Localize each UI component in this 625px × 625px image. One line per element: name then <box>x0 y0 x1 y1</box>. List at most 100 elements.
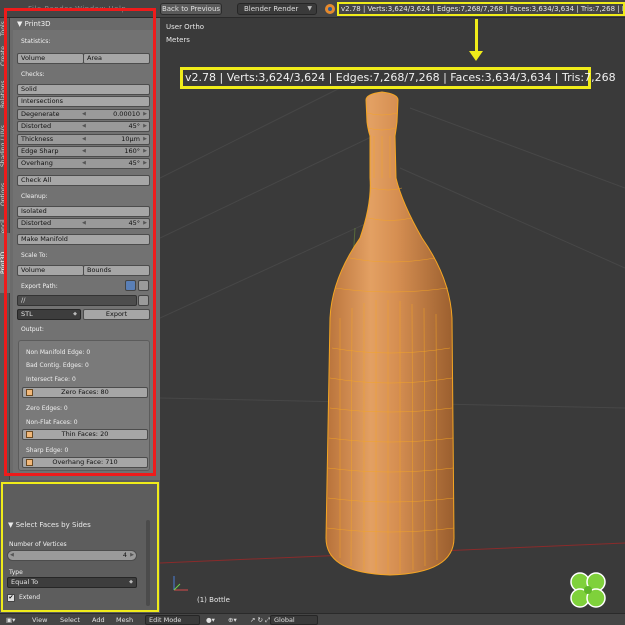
extend-label: Extend <box>19 594 40 601</box>
cube-icon <box>26 431 33 438</box>
menu-mesh[interactable]: Mesh <box>116 615 133 625</box>
check-all-button[interactable]: Check All <box>17 175 150 186</box>
arrow-right-icon: ▶ <box>143 220 147 226</box>
tab-options[interactable]: Options <box>0 178 10 210</box>
tab-tools[interactable]: Tools <box>0 18 10 40</box>
sharp-edge-text: Sharp Edge: 0 <box>26 447 69 454</box>
callout-arrow-line <box>475 19 478 55</box>
tab-print3d[interactable]: Print3D <box>0 233 10 293</box>
arrow-left-icon: ◀ <box>82 148 86 154</box>
distorted-field[interactable]: Distorted ◀ 45° ▶ <box>17 121 150 132</box>
chevron-updown-icon: ◆ <box>129 579 133 585</box>
print3d-panel-header[interactable]: ▼ Print3D <box>13 18 155 30</box>
menu-view[interactable]: View <box>32 615 47 625</box>
thickness-label: Thickness <box>21 135 54 143</box>
cleanup-distorted-value: 45° <box>128 219 140 227</box>
pivot-icon[interactable]: ⊕▾ <box>228 615 237 625</box>
area-button[interactable]: Area <box>83 53 150 64</box>
zero-faces-label: Zero Faces: 80 <box>61 388 109 396</box>
print3d-panel: ▼ Print3D Statistics: Volume Area Checks… <box>13 18 155 473</box>
distorted-value: 45° <box>128 122 140 130</box>
back-to-previous-button[interactable]: Back to Previous <box>160 3 222 15</box>
num-vertices-field[interactable]: ◀ 4 ▶ <box>7 550 137 561</box>
degenerate-label: Degenerate <box>21 110 60 118</box>
cube-icon <box>26 389 33 396</box>
save-icon[interactable] <box>138 280 149 291</box>
isolated-button[interactable]: Isolated <box>17 206 150 217</box>
export-path-label: Export Path: <box>21 283 58 290</box>
edge-sharp-label: Edge Sharp <box>21 147 59 155</box>
arrow-right-icon: ▶ <box>143 123 147 129</box>
cleanup-distorted-field[interactable]: Distorted ◀ 45° ▶ <box>17 218 150 229</box>
overhang-field[interactable]: Overhang ◀ 45° ▶ <box>17 158 150 169</box>
3d-viewport[interactable]: User Ortho Meters (1) Bottle <box>160 18 625 613</box>
shading-icon[interactable]: ●▾ <box>206 615 215 625</box>
view-name: User Ortho <box>166 23 205 31</box>
zero-faces-button[interactable]: Zero Faces: 80 <box>22 387 148 398</box>
solid-button[interactable]: Solid <box>17 84 150 95</box>
checks-label: Checks: <box>21 71 45 78</box>
output-box: Non Manifold Edge: 0 Bad Contig. Edges: … <box>18 340 150 471</box>
type-select[interactable]: Equal To ◆ <box>7 577 137 588</box>
degenerate-field[interactable]: Degenerate ◀ 0.00010 ▶ <box>17 109 150 120</box>
export-button[interactable]: Export <box>83 309 150 320</box>
header-stats: v2.78 | Verts:3,624/3,624 | Edges:7,268/… <box>337 2 625 16</box>
num-vertices-label: Number of Vertices <box>9 541 67 548</box>
editor-type-icon[interactable]: ▣▾ <box>6 615 15 625</box>
arrow-right-icon: ▶ <box>143 148 147 154</box>
arrow-right-icon: ▶ <box>143 136 147 142</box>
scale-volume-button[interactable]: Volume <box>17 265 84 276</box>
redo-panel-header[interactable]: ▼ Select Faces by Sides <box>8 521 91 529</box>
num-vertices-value: 4 <box>122 551 127 559</box>
scale-bounds-button[interactable]: Bounds <box>83 265 150 276</box>
clover-icon <box>570 572 606 608</box>
folder-icon[interactable] <box>138 295 149 306</box>
zero-edges-text: Zero Edges: 0 <box>26 405 68 412</box>
menu-select[interactable]: Select <box>60 615 80 625</box>
type-label: Type <box>9 569 23 576</box>
chevron-down-icon: ▼ <box>307 5 312 12</box>
arrow-left-icon: ◀ <box>82 220 86 226</box>
wrench-icon[interactable] <box>125 280 136 291</box>
tab-shading-uvs[interactable]: Shading / UVs <box>0 118 10 174</box>
export-format-select[interactable]: STL ◆ <box>17 309 81 320</box>
export-path-input[interactable]: // <box>17 295 137 306</box>
object-label: (1) Bottle <box>197 596 230 604</box>
export-label: Export <box>105 310 128 318</box>
tab-relations[interactable]: Relations <box>0 74 10 114</box>
make-manifold-button[interactable]: Make Manifold <box>17 234 150 245</box>
thickness-field[interactable]: Thickness ◀ 10µm ▶ <box>17 134 150 145</box>
arrow-right-icon: ▶ <box>143 111 147 117</box>
manipulator-icon[interactable]: ↗ ↻ ⤢ <box>250 615 270 625</box>
statistics-label: Statistics: <box>21 38 51 45</box>
type-value: Equal To <box>11 578 39 586</box>
edge-sharp-field[interactable]: Edge Sharp ◀ 160° ▶ <box>17 146 150 157</box>
render-engine-select[interactable]: Blender Render ▼ <box>237 3 317 15</box>
arrow-left-icon: ◀ <box>10 552 14 558</box>
bottom-header: ▣▾ View Select Add Mesh Edit Mode ●▾ ⊕▾ … <box>0 613 625 625</box>
overhang-face-label: Overhang Face: 710 <box>52 458 118 466</box>
intersections-button[interactable]: Intersections <box>17 96 150 107</box>
thin-faces-label: Thin Faces: 20 <box>61 430 109 438</box>
menu-add[interactable]: Add <box>92 615 105 625</box>
distorted-label: Distorted <box>21 122 52 130</box>
non-flat-text: Non-Flat Faces: 0 <box>26 419 78 426</box>
edge-sharp-value: 160° <box>124 147 140 155</box>
tab-create[interactable]: Create <box>0 42 10 70</box>
orientation-select[interactable]: Global <box>270 615 318 625</box>
thickness-value: 10µm <box>121 135 140 143</box>
overhang-label: Overhang <box>21 159 53 167</box>
arrow-right-icon: ▶ <box>130 552 134 558</box>
redo-scrollbar[interactable] <box>146 520 150 606</box>
bad-contig-text: Bad Contig. Edges: 0 <box>26 362 89 369</box>
menu-ghost: File Render Window Help <box>28 5 127 13</box>
thin-faces-button[interactable]: Thin Faces: 20 <box>22 429 148 440</box>
arrow-left-icon: ◀ <box>82 136 86 142</box>
stats-callout: v2.78 | Verts:3,624/3,624 | Edges:7,268/… <box>180 67 616 89</box>
extend-checkbox[interactable]: ✔ <box>7 594 15 602</box>
volume-button[interactable]: Volume <box>17 53 84 64</box>
arrow-left-icon: ◀ <box>82 160 86 166</box>
overhang-face-button[interactable]: Overhang Face: 710 <box>22 457 148 468</box>
degenerate-value: 0.00010 <box>113 110 140 118</box>
mode-select[interactable]: Edit Mode <box>145 615 200 625</box>
